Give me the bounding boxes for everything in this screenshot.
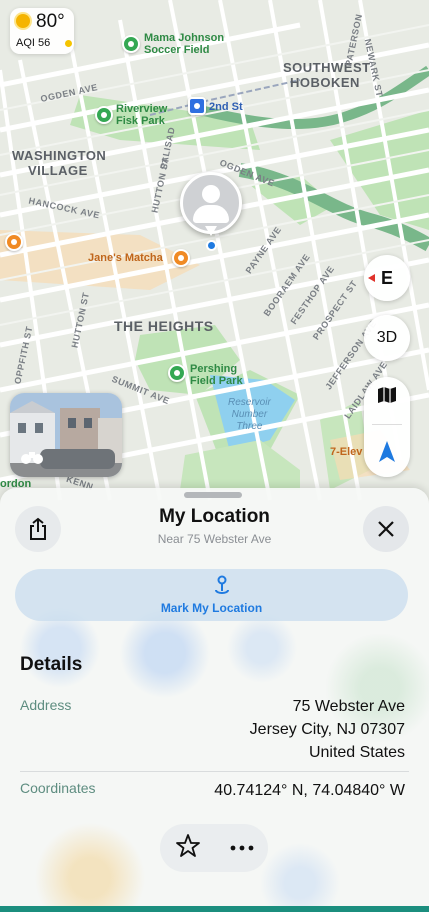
action-bar (160, 824, 268, 872)
compass-heading: E (380, 267, 393, 288)
pin-marker-icon (215, 575, 229, 594)
mark-my-location-button[interactable]: Mark My Location (15, 569, 408, 621)
aqi-indicator-icon (65, 40, 72, 47)
train-station-icon[interactable] (188, 97, 206, 115)
address-value[interactable]: 75 Webster Ave Jersey City, NJ 07307 Uni… (250, 695, 405, 764)
sun-icon (16, 14, 30, 28)
compass-needle-icon (368, 274, 375, 282)
shop-pin-icon[interactable] (5, 233, 23, 251)
poi-reservoir[interactable]: Reservoir Number Three (228, 397, 271, 433)
map-mode-button[interactable] (376, 384, 398, 411)
area-label-village: VILLAGE (28, 163, 88, 178)
3d-toggle-button[interactable]: 3D (364, 315, 410, 361)
poi-label: Riverview (116, 103, 168, 115)
temperature: 80° (36, 11, 65, 32)
favorite-button[interactable] (175, 833, 201, 864)
pin-pointer (205, 226, 217, 236)
my-location-avatar[interactable] (180, 172, 242, 234)
poi-label: Three (236, 421, 263, 432)
track-location-button[interactable] (376, 439, 398, 470)
ellipsis-icon (230, 845, 253, 851)
map-controls-stack (364, 377, 410, 477)
poi-riverview-park[interactable]: Riverview Fisk Park (116, 103, 167, 127)
person-body-icon (193, 205, 229, 223)
area-label-washington: WASHINGTON (12, 148, 107, 163)
area-label-the-heights: THE HEIGHTS (114, 318, 214, 334)
poi-7-eleven[interactable]: 7-Elev (330, 446, 362, 458)
poi-label: Pershing (190, 363, 238, 375)
address-label: Address (20, 697, 72, 713)
close-icon (378, 521, 394, 537)
coordinates-label: Coordinates (20, 780, 96, 796)
area-label-hoboken: HOBOKEN (290, 75, 360, 90)
bottom-edge (0, 906, 429, 912)
cafe-pin-icon[interactable] (172, 249, 190, 267)
address-line: 75 Webster Ave (292, 698, 405, 715)
poi-label: Reservoir (228, 397, 271, 408)
mark-my-location-label: Mark My Location (160, 601, 263, 615)
location-sheet: My Location Near 75 Webster Ave Mark My … (0, 488, 429, 912)
person-icon (202, 185, 220, 203)
park-pin-icon[interactable] (122, 35, 140, 53)
divider (372, 424, 402, 426)
park-pin-icon[interactable] (95, 106, 113, 124)
weather-widget[interactable]: 80° AQI 56 (10, 8, 74, 54)
divider (20, 771, 409, 772)
poi-soccer-field[interactable]: Mama Johnson Soccer Field (144, 32, 224, 56)
poi-label: Fisk Park (116, 115, 165, 127)
poi-label: Number (231, 409, 268, 420)
look-around-preview[interactable] (10, 393, 122, 477)
close-button[interactable] (363, 506, 409, 552)
more-button[interactable] (230, 839, 254, 857)
poi-janes-matcha[interactable]: Jane's Matcha (88, 252, 163, 264)
address-line: United States (308, 744, 405, 761)
address-line: Jersey City, NJ 07307 (249, 721, 405, 738)
coordinates-value[interactable]: 40.74124° N, 74.04840° W (214, 779, 405, 802)
poi-2nd-st-station[interactable]: 2nd St (209, 101, 243, 113)
poi-label: Soccer Field (144, 44, 210, 56)
poi-label: Mama Johnson (144, 32, 225, 44)
aqi-label: AQI 56 (16, 37, 51, 49)
poi-label: Field Park (190, 375, 243, 387)
sheet-grabber[interactable] (184, 492, 242, 498)
current-location-dot (206, 240, 217, 251)
details-heading: Details (20, 654, 83, 675)
area-label-southwest: SOUTHWEST (283, 60, 371, 75)
location-arrow-icon (379, 441, 395, 463)
binoculars-icon (21, 452, 43, 464)
poi-pershing-field-park[interactable]: Pershing Field Park (190, 363, 243, 387)
star-icon (175, 833, 200, 857)
map-icon (378, 386, 396, 403)
park-pin-icon[interactable] (168, 364, 186, 382)
compass-button[interactable]: E (364, 255, 410, 301)
